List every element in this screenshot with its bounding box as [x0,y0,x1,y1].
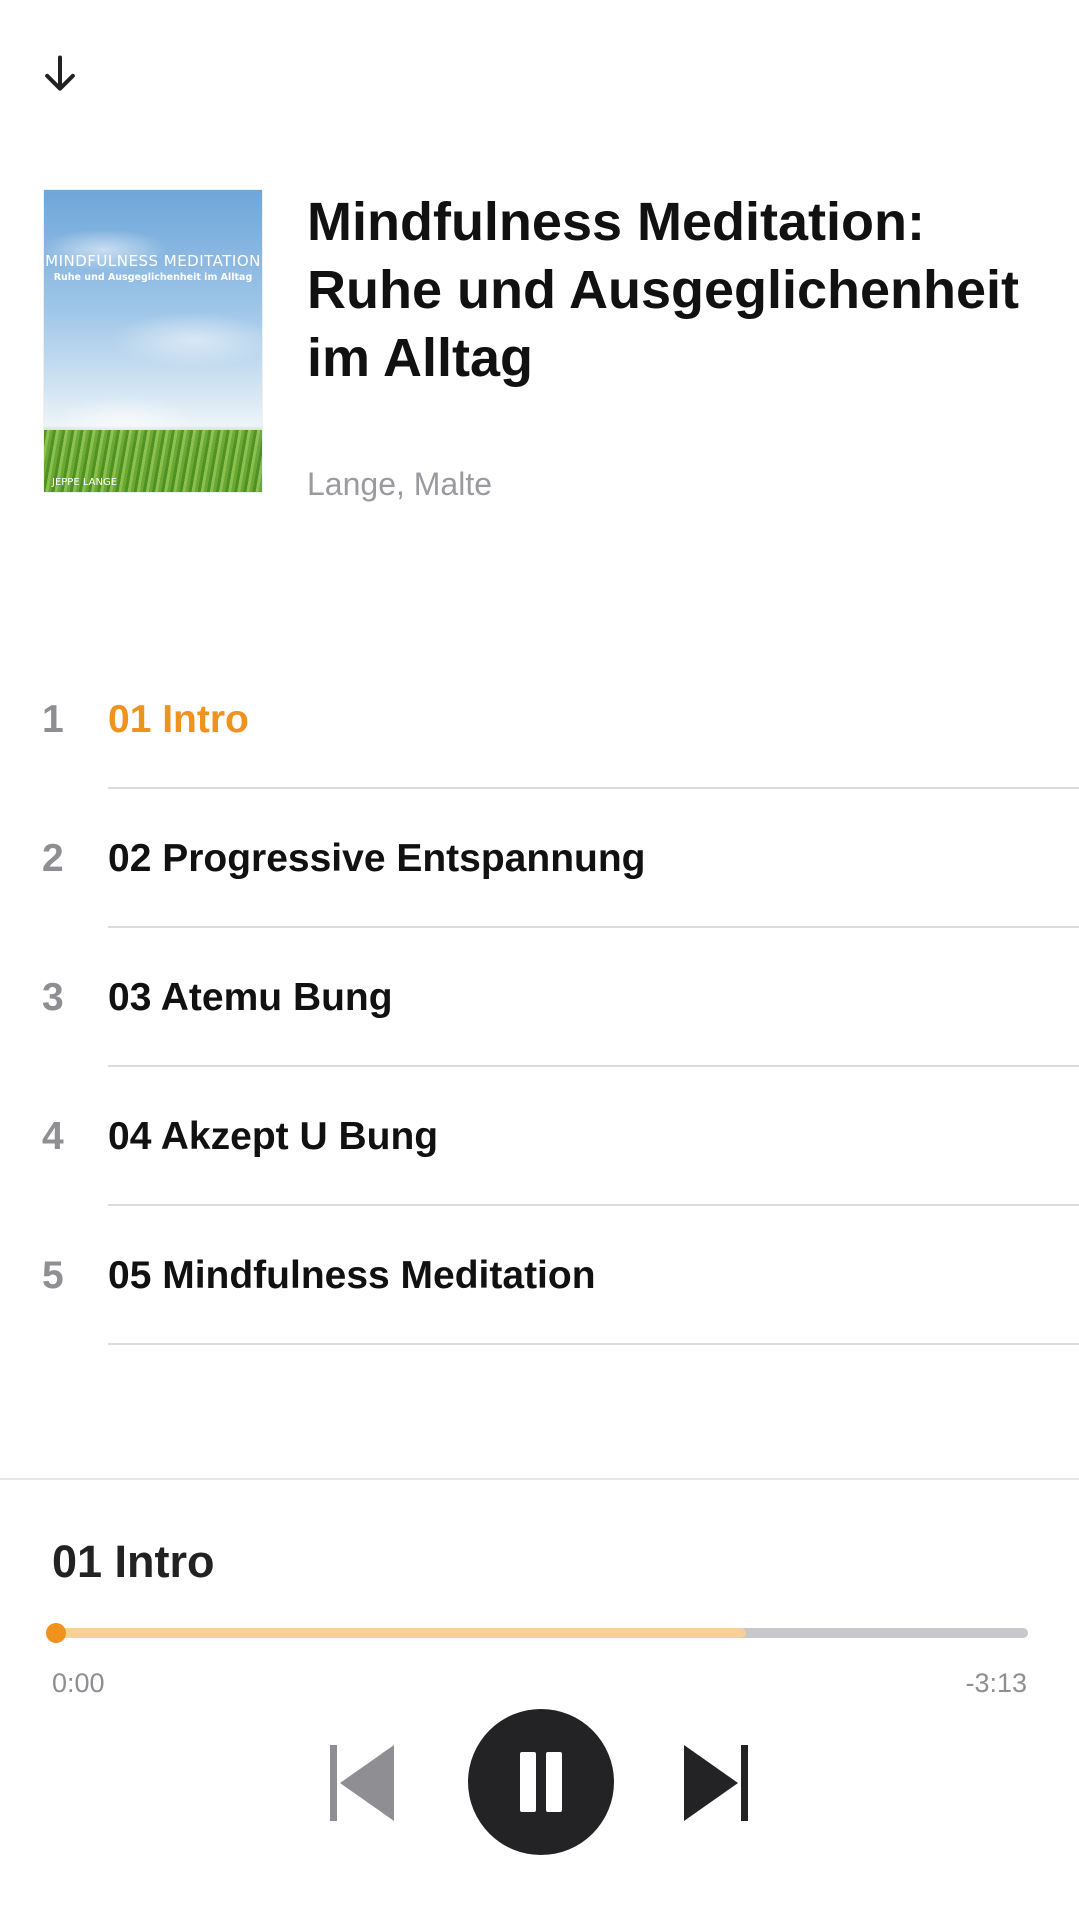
track-number: 1 [42,698,64,741]
player-divider [0,1478,1079,1480]
remaining-time: -3:13 [965,1668,1027,1698]
cover-author: JEPPE LANGE [52,477,118,488]
track-item[interactable]: 1 01 Intro [0,650,1079,789]
track-number: 5 [42,1254,64,1297]
previous-button[interactable] [330,1745,396,1821]
pause-button[interactable] [468,1709,614,1855]
progress-slider[interactable] [46,1623,1028,1643]
track-name: 03 Atemu Bung [108,976,393,1019]
elapsed-time: 0:00 [52,1668,105,1698]
track-name: 04 Akzept U Bung [108,1115,439,1158]
track-number: 2 [42,837,64,880]
track-number: 4 [42,1115,64,1158]
collapse-button[interactable] [38,52,92,106]
track-name: 02 Progressive Entspannung [108,837,646,880]
skip-forward-icon [684,1745,748,1821]
cover-title: MINDFULNESS MEDITATION [45,252,261,270]
book-author: Lange, Malte [307,466,493,502]
track-number: 3 [42,976,64,1019]
track-item[interactable]: 2 02 Progressive Entspannung [0,789,1079,928]
book-title: Mindfulness Meditation: Ruhe und Ausgegl… [307,192,1020,388]
now-playing-title: 01 Intro [52,1536,215,1587]
skip-back-icon [330,1745,394,1821]
progress-knob[interactable] [46,1623,66,1643]
track-item[interactable]: 5 05 Mindfulness Meditation [0,1206,1079,1345]
track-divider [108,1343,1079,1345]
next-button[interactable] [682,1745,748,1821]
book-cover: MINDFULNESS MEDITATION Ruhe und Ausgegli… [44,190,262,492]
track-list: 1 01 Intro 2 02 Progressive Entspannung … [0,650,1079,1345]
arrow-down-icon [45,55,75,91]
track-name: 05 Mindfulness Meditation [108,1254,596,1297]
track-item[interactable]: 4 04 Akzept U Bung [0,1067,1079,1206]
track-name: 01 Intro [108,698,249,741]
cover-subtitle: Ruhe und Ausgeglichenheit im Alltag [53,272,253,283]
buffer-bar [56,1628,747,1638]
track-item[interactable]: 3 03 Atemu Bung [0,928,1079,1067]
